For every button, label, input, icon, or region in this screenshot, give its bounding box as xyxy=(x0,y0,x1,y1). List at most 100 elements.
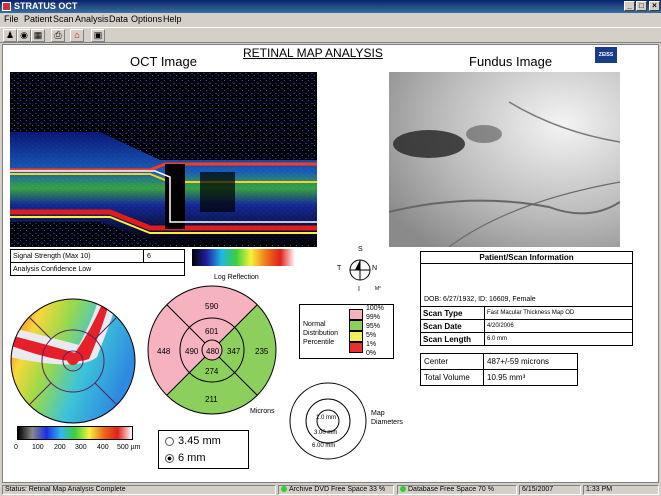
scale-tick-300: 300 xyxy=(75,444,87,451)
thickness-map xyxy=(10,298,136,424)
legend-level-1: 1% xyxy=(366,341,377,348)
app-icon xyxy=(2,2,11,11)
radio-345[interactable] xyxy=(165,436,174,446)
exit-icon[interactable]: ▣ xyxy=(91,29,105,42)
scan-length-label: Scan Length xyxy=(421,332,485,346)
legend-level-5: 5% xyxy=(366,332,377,339)
orientation-n: N xyxy=(372,265,378,272)
report-area: RETINAL MAP ANALYSIS OCT Image Fundus Im… xyxy=(2,44,659,483)
sector-outer-left: 448 xyxy=(157,347,171,356)
scale-tick-400: 400 xyxy=(97,444,109,451)
normal-distribution-legend: Normal Distribution Percentile 100% 99% … xyxy=(299,304,394,359)
archive-space-panel: Archive DVD Free Space 33 % xyxy=(278,485,394,495)
diameter-middle: 3.00 mm xyxy=(314,430,338,436)
size-option-345[interactable]: 3.45 mm xyxy=(165,435,221,447)
close-button[interactable]: × xyxy=(649,1,660,11)
scale-tick-500: 500 µm xyxy=(117,444,141,451)
size-option-6[interactable]: 6 mm xyxy=(165,452,206,464)
map-diameters-diagram xyxy=(289,382,367,460)
status-bar: Status: Retinal Map Analysis Complete Ar… xyxy=(0,484,661,496)
scan-date-value: 4/20/2006 xyxy=(487,323,514,329)
signal-value: 6 xyxy=(147,252,151,260)
menu-options[interactable]: Options xyxy=(131,13,162,26)
menu-patient[interactable]: Patient xyxy=(24,13,52,26)
size-option-6-label: 6 mm xyxy=(178,452,206,464)
sector-inner-right: 347 xyxy=(227,347,241,356)
orientation-s: S xyxy=(358,246,363,253)
maximize-button[interactable]: □ xyxy=(636,1,647,11)
minimize-button[interactable]: _ xyxy=(624,1,635,11)
size-option-345-label: 3.45 mm xyxy=(178,435,221,447)
menu-analysis[interactable]: Analysis xyxy=(75,13,109,26)
center-label: Center xyxy=(420,353,484,370)
log-reflection-bar xyxy=(192,249,295,266)
patient-info-box: Patient/Scan Information DOB: 6/27/1932,… xyxy=(420,251,633,346)
home-icon[interactable]: ⌂ xyxy=(70,29,84,42)
signal-label: Signal Strength (Max 10) xyxy=(10,249,144,263)
log-reflection-label: Log Reflection xyxy=(214,274,259,281)
menu-help[interactable]: Help xyxy=(163,13,182,26)
legend-level-95: 95% xyxy=(366,323,381,330)
print-icon[interactable]: ⎙ xyxy=(51,29,65,42)
orientation-extra: M° xyxy=(375,286,382,292)
sector-center: 480 xyxy=(206,347,220,356)
total-volume-label: Total Volume xyxy=(420,369,484,386)
confidence-text: Analysis Confidence Low xyxy=(13,265,92,273)
normal-label-2: Distribution xyxy=(303,330,339,337)
sector-inner-bottom: 274 xyxy=(205,367,219,376)
sector-outer-right: 235 xyxy=(255,347,269,356)
radio-6-selected[interactable] xyxy=(165,453,174,463)
oct-image xyxy=(10,72,317,247)
map-size-options: 3.45 mm 6 mm xyxy=(158,430,249,469)
legend-level-100: 100% xyxy=(366,305,384,312)
diameter-outer: 6.00 mm xyxy=(312,443,336,449)
report-title: RETINAL MAP ANALYSIS xyxy=(243,46,383,60)
status-time: 1:33 PM xyxy=(583,485,659,495)
eye-icon[interactable]: ◉ xyxy=(17,29,31,42)
zeiss-logo: ZEISS xyxy=(595,47,617,63)
total-volume-value: 10.95 mm³ xyxy=(487,373,526,382)
sector-outer-top: 590 xyxy=(205,302,219,311)
scan-type-label: Scan Type xyxy=(421,306,485,320)
scan-type-value: Fast Macular Thickness Map OD xyxy=(487,310,575,316)
scan-length-value: 6.0 mm xyxy=(487,336,508,343)
status-text: Status: Retinal Map Analysis Complete xyxy=(2,485,276,495)
scan-date-label: Scan Date xyxy=(421,319,485,333)
patient-info-header: Patient/Scan Information xyxy=(421,252,632,264)
window-title: STRATUS OCT xyxy=(14,1,78,11)
legend-level-0: 0% xyxy=(366,350,377,357)
normal-label-3: Percentile xyxy=(303,339,335,346)
legend-swatch-yellow xyxy=(349,331,363,342)
scale-tick-100: 100 xyxy=(32,444,44,451)
scan-info-table: Scan Type Fast Macular Thickness Map OD … xyxy=(421,306,632,346)
sector-outer-bottom: 211 xyxy=(205,395,218,404)
menu-bar: File Patient Scan Analysis Data Options … xyxy=(0,13,661,26)
fundus-image xyxy=(389,72,620,247)
menu-data[interactable]: Data xyxy=(109,13,128,26)
oct-heading: OCT Image xyxy=(130,54,197,69)
scale-tick-200: 200 xyxy=(54,444,66,451)
sector-inner-top: 601 xyxy=(205,327,219,336)
measurements-table: Center 487+/-59 microns Total Volume 10.… xyxy=(420,353,578,386)
menu-scan[interactable]: Scan xyxy=(53,13,74,26)
fundus-heading: Fundus Image xyxy=(469,54,553,69)
menu-file[interactable]: File xyxy=(4,13,19,26)
toolbar: ♟ ◉ ▦ ⎙ ⌂ ▣ xyxy=(0,27,661,43)
thickness-scale-bar xyxy=(17,426,133,440)
dob-line: DOB: 6/27/1932, ID: 16609, Female xyxy=(424,296,536,303)
scan-icon[interactable]: ▦ xyxy=(31,29,45,42)
diameters-label-2: Diameters xyxy=(371,419,403,426)
patients-icon[interactable]: ♟ xyxy=(3,29,17,42)
diameters-label-1: Map xyxy=(371,410,385,417)
legend-swatch-pink xyxy=(349,309,363,320)
center-value: 487+/-59 microns xyxy=(487,357,550,366)
database-space-text: Database Free Space 70 % xyxy=(408,486,494,493)
legend-swatch-green xyxy=(349,320,363,331)
database-status-icon xyxy=(400,486,406,493)
orientation-i: I xyxy=(358,286,360,293)
legend-level-99: 99% xyxy=(366,314,381,321)
archive-space-text: Archive DVD Free Space 33 % xyxy=(289,486,386,493)
database-space-panel: Database Free Space 70 % xyxy=(397,485,517,495)
sector-units: Microns xyxy=(250,408,275,415)
scale-tick-0: 0 xyxy=(14,444,18,451)
